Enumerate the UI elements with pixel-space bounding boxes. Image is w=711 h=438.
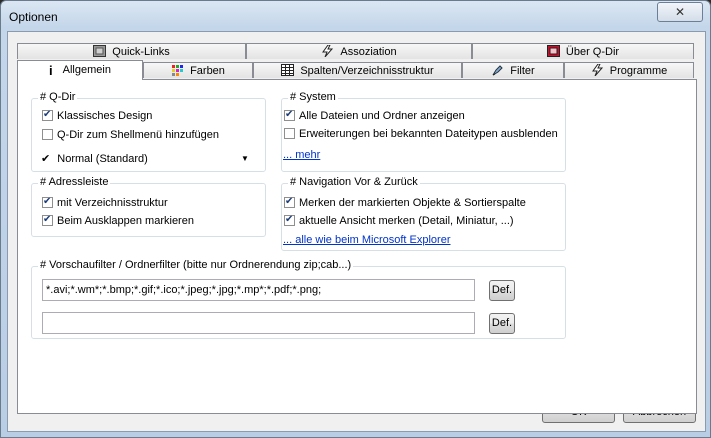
tab-label: Spalten/Verzeichnisstruktur xyxy=(300,65,434,77)
chevron-down-icon[interactable]: ▼ xyxy=(241,154,249,163)
folder-filter-input[interactable] xyxy=(42,312,475,334)
checkbox-box[interactable] xyxy=(42,129,53,140)
qdir-icon xyxy=(546,45,560,57)
tab-spalten[interactable]: Spalten/Verzeichnisstruktur xyxy=(253,62,462,78)
checkbox-label: Q-Dir zum Shellmenü hinzufügen xyxy=(57,129,220,141)
preview-filter-input[interactable] xyxy=(42,279,475,301)
tab-allgemein[interactable]: i Allgemein xyxy=(17,60,143,80)
close-button[interactable]: ✕ xyxy=(657,2,703,22)
checkbox-label: Alle Dateien und Ordner anzeigen xyxy=(299,110,465,122)
colors-icon xyxy=(172,65,184,76)
checkbox-label: Beim Ausklappen markieren xyxy=(57,215,194,227)
remember-selection-checkbox[interactable]: Merken der markierten Objekte & Sortiers… xyxy=(284,195,526,211)
title-bar[interactable]: Optionen ✕ xyxy=(1,1,710,31)
explorer-defaults-link[interactable]: ... alle wie beim Microsoft Explorer xyxy=(283,234,451,246)
tab-programme[interactable]: Programme xyxy=(564,62,694,78)
tab-assoziation[interactable]: Assoziation xyxy=(246,43,472,59)
group-title: # Adressleiste xyxy=(38,176,111,188)
group-navigation: # Navigation Vor & Zurück Merken der mar… xyxy=(281,176,566,251)
default-filter-button-2[interactable]: Def. xyxy=(489,313,515,334)
checkbox-label: mit Verzeichnisstruktur xyxy=(57,197,168,209)
mark-on-expand-checkbox[interactable]: Beim Ausklappen markieren xyxy=(42,213,194,229)
tab-label: Filter xyxy=(510,65,535,77)
checkbox-box[interactable] xyxy=(284,213,295,226)
show-all-files-checkbox[interactable]: Alle Dateien und Ordner anzeigen xyxy=(284,108,465,124)
more-link[interactable]: ... mehr xyxy=(283,149,320,161)
checkbox-label: aktuelle Ansicht merken (Detail, Miniatu… xyxy=(299,215,514,227)
columns-icon xyxy=(281,64,295,76)
checkbox-label: Merken der markierten Objekte & Sortiers… xyxy=(299,197,526,209)
checkbox-box[interactable] xyxy=(284,108,295,121)
options-dialog: Optionen ✕ Quick-Links Assoziation Über … xyxy=(0,0,711,438)
dialog-client-area: Quick-Links Assoziation Über Q-Dir i Allg… xyxy=(7,31,706,432)
checkbox-box[interactable] xyxy=(284,195,295,208)
folder-tree-checkbox[interactable]: mit Verzeichnisstruktur xyxy=(42,195,168,211)
tab-page-allgemein: # Q-Dir Klassisches Design Q-Dir zum She… xyxy=(17,79,697,414)
remember-view-checkbox[interactable]: aktuelle Ansicht merken (Detail, Miniatu… xyxy=(284,213,514,229)
quicklinks-icon xyxy=(93,45,107,57)
filter-icon xyxy=(492,65,503,76)
tab-label: Quick-Links xyxy=(112,46,170,58)
tab-ueber-qdir[interactable]: Über Q-Dir xyxy=(472,43,694,59)
tab-label: Über Q-Dir xyxy=(565,46,620,58)
tab-label: Allgemein xyxy=(62,64,111,76)
window-title: Optionen xyxy=(9,10,58,24)
checkmark-icon: ✔ xyxy=(41,153,51,165)
tab-farben[interactable]: Farben xyxy=(143,62,253,78)
group-title: # Navigation Vor & Zurück xyxy=(288,176,420,188)
shellmenu-checkbox[interactable]: Q-Dir zum Shellmenü hinzufügen xyxy=(42,129,219,143)
checkbox-label: Erweiterungen bei bekannten Dateitypen a… xyxy=(299,128,558,140)
tab-label: Farben xyxy=(190,65,225,77)
info-icon: i xyxy=(49,63,53,78)
group-preview-filter: # Vorschaufilter / Ordnerfilter (bitte n… xyxy=(31,259,566,339)
default-filter-button-1[interactable]: Def. xyxy=(489,280,515,301)
classic-design-checkbox[interactable]: Klassisches Design xyxy=(42,108,153,124)
group-system: # System Alle Dateien und Ordner anzeige… xyxy=(281,91,566,172)
mode-dropdown[interactable]: ✔ Normal (Standard) ▼ xyxy=(41,152,251,165)
group-address-bar: # Adressleiste mit Verzeichnisstruktur B… xyxy=(31,176,266,237)
group-title: # Q-Dir xyxy=(38,91,78,103)
checkbox-box[interactable] xyxy=(284,128,295,139)
group-title: # System xyxy=(288,91,338,103)
lightning-icon xyxy=(591,64,603,76)
group-title: # Vorschaufilter / Ordnerfilter (bitte n… xyxy=(38,259,354,271)
tab-filter[interactable]: Filter xyxy=(462,62,564,78)
tab-label: Programme xyxy=(609,65,668,77)
close-icon: ✕ xyxy=(674,5,686,19)
checkbox-label: Klassisches Design xyxy=(57,110,153,122)
mode-dropdown-value: Normal (Standard) xyxy=(57,153,148,165)
group-qdir: # Q-Dir Klassisches Design Q-Dir zum She… xyxy=(31,91,266,172)
checkbox-box[interactable] xyxy=(42,213,53,226)
tab-quick-links[interactable]: Quick-Links xyxy=(17,43,246,59)
tab-label: Assoziation xyxy=(340,46,397,58)
lightning-icon xyxy=(322,45,334,57)
hide-extensions-checkbox[interactable]: Erweiterungen bei bekannten Dateitypen a… xyxy=(284,128,558,142)
checkbox-box[interactable] xyxy=(42,195,53,208)
checkbox-box[interactable] xyxy=(42,108,53,121)
